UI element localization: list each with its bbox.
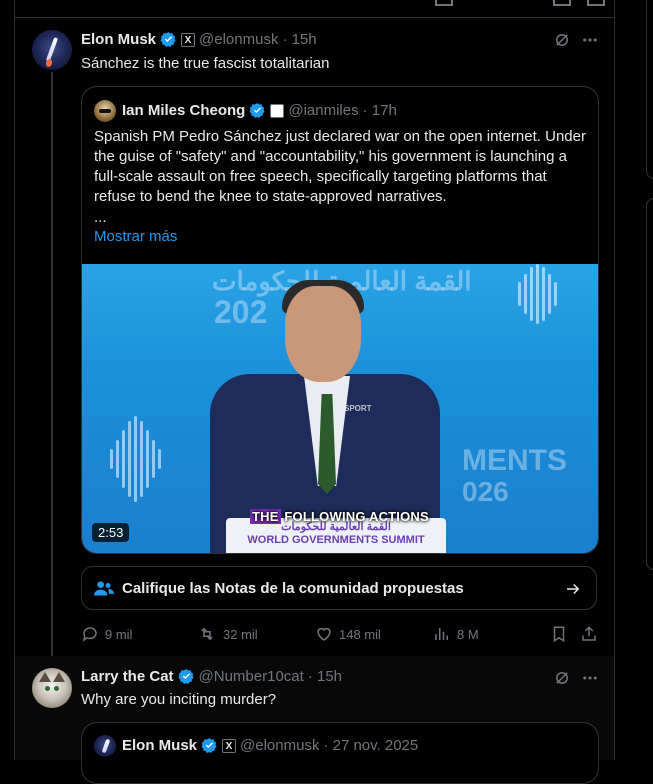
like-button[interactable]: 148 mil bbox=[315, 625, 381, 643]
podium-english-text: WORLD GOVERNMENTS SUMMIT bbox=[247, 534, 425, 546]
reply-button[interactable]: 9 mil bbox=[81, 625, 132, 643]
views-icon bbox=[435, 628, 448, 640]
decorative-wave bbox=[518, 264, 557, 324]
views-icon[interactable] bbox=[435, 0, 453, 6]
quote-header: Ian Miles Cheong @ianmiles · 17h bbox=[122, 102, 397, 119]
people-icon bbox=[94, 579, 114, 597]
reply-tweet[interactable]: Larry the Cat @Number10cat · 15h Why are… bbox=[15, 656, 614, 784]
heart-icon bbox=[317, 627, 331, 641]
bookmark-button[interactable] bbox=[550, 625, 568, 643]
tweet-text: Sánchez is the true fascist totalitarian bbox=[81, 55, 330, 72]
tweet-header: Larry the Cat @Number10cat · 15h bbox=[81, 668, 342, 685]
avatar[interactable] bbox=[94, 735, 116, 757]
share-button[interactable] bbox=[580, 625, 598, 643]
show-more-link[interactable]: Mostrar más bbox=[94, 227, 177, 247]
video-player[interactable]: القمة العالمية للحكومات 202 MENTS 026 SP… bbox=[82, 264, 598, 553]
community-notes-label: Califique las Notas de la comunidad prop… bbox=[122, 579, 464, 597]
reply-icon bbox=[82, 627, 97, 642]
tweet-time[interactable]: · 15h bbox=[282, 31, 316, 48]
video-bg-year: 026 bbox=[462, 476, 509, 507]
quote-ellipsis: ... bbox=[94, 209, 107, 226]
author-name[interactable]: Larry the Cat bbox=[81, 668, 174, 685]
tweet-text: Why are you inciting murder? bbox=[81, 691, 277, 708]
video-bg-text: MENTS bbox=[462, 444, 567, 477]
repost-count: 32 mil bbox=[223, 626, 258, 642]
video-watermark: SPORT bbox=[344, 404, 372, 413]
more-options-icon[interactable] bbox=[581, 669, 599, 687]
avatar[interactable] bbox=[32, 30, 72, 70]
side-panel-edge bbox=[646, 198, 653, 570]
affiliate-logo-icon bbox=[270, 103, 285, 118]
bookmark-icon bbox=[553, 626, 565, 643]
share-icon bbox=[582, 626, 596, 641]
grok-icon[interactable] bbox=[553, 669, 571, 687]
bookmark-icon[interactable] bbox=[553, 0, 571, 6]
quote-header: Elon Musk X @elonmusk · 27 nov. 2025 bbox=[122, 737, 418, 754]
avatar[interactable] bbox=[94, 100, 116, 122]
repost-button[interactable]: 32 mil bbox=[197, 625, 258, 643]
verified-badge-icon bbox=[201, 737, 218, 754]
author-handle[interactable]: @elonmusk bbox=[240, 737, 319, 754]
reply-count: 9 mil bbox=[105, 626, 133, 642]
more-options-icon[interactable] bbox=[581, 31, 599, 49]
video-duration: 2:53 bbox=[92, 523, 130, 542]
verified-badge-icon bbox=[249, 102, 266, 119]
verified-badge-icon bbox=[178, 668, 195, 685]
affiliate-badge-icon: X bbox=[181, 32, 196, 47]
tweet-header: Elon Musk X @elonmusk · 15h bbox=[81, 31, 317, 48]
thread-connector-line bbox=[51, 72, 53, 656]
tweet-time[interactable]: · 17h bbox=[363, 102, 397, 119]
views-count: 8 M bbox=[457, 626, 479, 642]
verified-badge-icon bbox=[160, 31, 177, 48]
quote-text: Spanish PM Pedro Sánchez just declared w… bbox=[94, 128, 586, 205]
like-count: 148 mil bbox=[339, 626, 381, 642]
author-name[interactable]: Ian Miles Cheong bbox=[122, 102, 245, 119]
author-handle[interactable]: @ianmiles bbox=[288, 102, 358, 119]
views-button[interactable]: 8 M bbox=[433, 625, 479, 643]
video-bg-year: 202 bbox=[214, 294, 268, 330]
quoted-tweet-card[interactable]: Ian Miles Cheong @ianmiles · 17h Spanish… bbox=[81, 86, 599, 554]
side-panel-edge bbox=[646, 0, 653, 179]
affiliate-badge-icon: X bbox=[222, 738, 237, 753]
quoted-tweet-card[interactable]: Elon Musk X @elonmusk · 27 nov. 2025 bbox=[81, 722, 599, 784]
timeline-column: Elon Musk X @elonmusk · 15h Sánchez is t… bbox=[14, 0, 615, 784]
arrow-right-icon bbox=[564, 580, 582, 598]
decorative-wave bbox=[110, 414, 161, 504]
community-notes-prompt[interactable]: Califique las Notas de la comunidad prop… bbox=[81, 566, 597, 610]
video-caption: THE FOLLOWING ACTIONS bbox=[250, 509, 429, 524]
avatar[interactable] bbox=[32, 668, 72, 708]
author-handle[interactable]: @elonmusk bbox=[199, 31, 278, 48]
grok-icon[interactable] bbox=[553, 31, 571, 49]
author-handle[interactable]: @Number10cat bbox=[199, 668, 304, 685]
author-name[interactable]: Elon Musk bbox=[81, 31, 156, 48]
author-name[interactable]: Elon Musk bbox=[122, 737, 197, 754]
share-icon[interactable] bbox=[587, 0, 605, 6]
tweet-actions: 9 mil 32 mil 148 mil 8 M bbox=[81, 624, 597, 644]
repost-icon bbox=[201, 627, 213, 641]
tweet-time[interactable]: · 15h bbox=[308, 668, 342, 685]
tweet-time[interactable]: · 27 nov. 2025 bbox=[323, 737, 418, 754]
previous-tweet-actions bbox=[15, 0, 614, 18]
